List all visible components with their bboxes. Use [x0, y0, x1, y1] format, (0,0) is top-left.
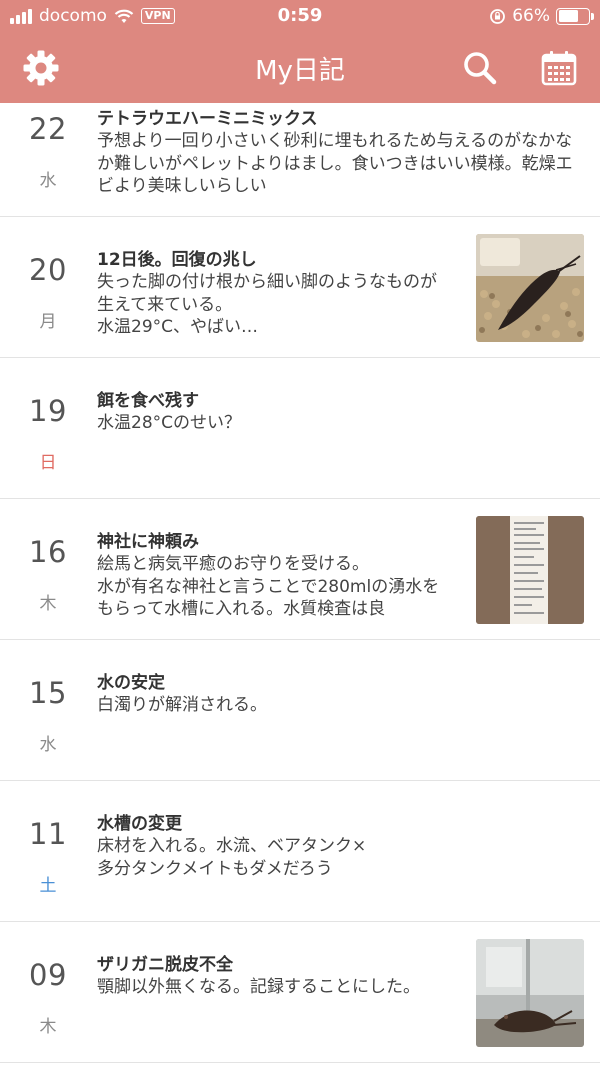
entry-weekday: 月 [39, 312, 57, 332]
diary-entry[interactable]: 09 木 ザリガニ脱皮不全 顎脚以外無くなる。記録することにした。 [0, 922, 600, 1063]
entry-title: テトラウエハーミニミックス [97, 109, 318, 129]
entry-weekday: 水 [39, 171, 57, 191]
crayfish-on-gravel-photo[interactable] [476, 234, 584, 342]
diary-list[interactable]: 22 水 テトラウエハーミニミックス 予想より一回り小さいく砂利に埋もれるため与… [0, 76, 600, 1063]
entry-day: 11 [29, 817, 67, 851]
status-right: 66% [489, 6, 594, 26]
entry-body: 水温28°Cのせい？ [97, 413, 242, 433]
entry-content: ザリガニ脱皮不全 顎脚以外無くなる。記録することにした。 [97, 954, 450, 1044]
entry-title: 神社に神頼み [97, 532, 199, 552]
crayfish-in-tank-photo[interactable] [476, 939, 584, 1047]
calendar-icon [541, 51, 577, 86]
diary-entry[interactable]: 19 日 餌を食べ残す 水温28°Cのせい？ [0, 358, 600, 499]
entry-title: ザリガニ脱皮不全 [97, 955, 233, 975]
search-button[interactable] [458, 46, 502, 90]
nav-bar: My日記 [0, 34, 600, 103]
entry-content: 餌を食べ残す 水温28°Cのせい？ [97, 390, 580, 480]
entry-title: 水の安定 [97, 673, 165, 693]
search-icon [464, 52, 497, 85]
entry-content: 水の安定 白濁りが解消される。 [97, 672, 580, 762]
battery-icon [556, 7, 594, 25]
entry-day: 15 [29, 676, 67, 710]
entry-body: 予想より一回り小さいく砂利に埋もれるため与えるのがなかなか難しいがペレットよりは… [97, 131, 573, 196]
entry-content: 水槽の変更 床材を入れる。水流、ベアタンク× 多分タンクメイトもダメだろう [97, 813, 580, 903]
water-test-strip-photo[interactable] [476, 516, 584, 624]
entry-content: 12日後。回復の兆し 失った脚の付け根から細い脚のようなものが生えて来ている。 … [97, 249, 450, 339]
entry-day: 22 [29, 112, 67, 146]
status-bar: docomo VPN 0:59 66% [0, 0, 600, 34]
diary-entry[interactable]: 11 土 水槽の変更 床材を入れる。水流、ベアタンク× 多分タンクメイトもダメだ… [0, 781, 600, 922]
entry-weekday: 土 [39, 876, 57, 896]
page-title: My日記 [255, 56, 345, 86]
entry-day: 09 [29, 958, 67, 992]
diary-entry[interactable]: 15 水 水の安定 白濁りが解消される。 [0, 640, 600, 781]
rotation-lock-icon [490, 8, 506, 24]
entry-weekday: 日 [39, 453, 57, 473]
entry-title: 水槽の変更 [97, 814, 182, 834]
diary-entry[interactable]: 20 月 12日後。回復の兆し 失った脚の付け根から細い脚のようなものが生えて来… [0, 217, 600, 358]
entry-title: 12日後。回復の兆し [97, 250, 257, 270]
entry-body: 失った脚の付け根から細い脚のようなものが生えて来ている。 水温29°C、やばい… [97, 272, 437, 337]
entry-day: 16 [29, 535, 67, 569]
diary-entry[interactable]: 16 木 神社に神頼み 絵馬と病気平癒のお守りを受ける。 水が有名な神社と言うこ… [0, 499, 600, 640]
entry-body: 白濁りが解消される。 [97, 695, 267, 715]
entry-day: 19 [29, 394, 67, 428]
entry-body: 顎脚以外無くなる。記録することにした。 [97, 977, 420, 997]
entry-weekday: 木 [39, 1017, 57, 1037]
battery-percent: 66% [512, 6, 550, 26]
entry-content: 神社に神頼み 絵馬と病気平癒のお守りを受ける。 水が有名な神社と言うことで280… [97, 531, 450, 621]
battery-level [558, 10, 578, 22]
entry-title: 餌を食べ残す [97, 391, 199, 411]
entry-weekday: 木 [39, 594, 57, 614]
entry-day: 20 [29, 253, 67, 287]
entry-body: 床材を入れる。水流、ベアタンク× 多分タンクメイトもダメだろう [97, 836, 367, 879]
entry-weekday: 水 [39, 735, 57, 755]
entry-content: テトラウエハーミニミックス 予想より一回り小さいく砂利に埋もれるため与えるのがな… [97, 108, 580, 198]
app-header: docomo VPN 0:59 66% My日記 [0, 0, 600, 103]
entry-body: 絵馬と病気平癒のお守りを受ける。 水が有名な神社と言うことで280mlの湧水をも… [97, 554, 440, 619]
calendar-button[interactable] [537, 46, 581, 90]
